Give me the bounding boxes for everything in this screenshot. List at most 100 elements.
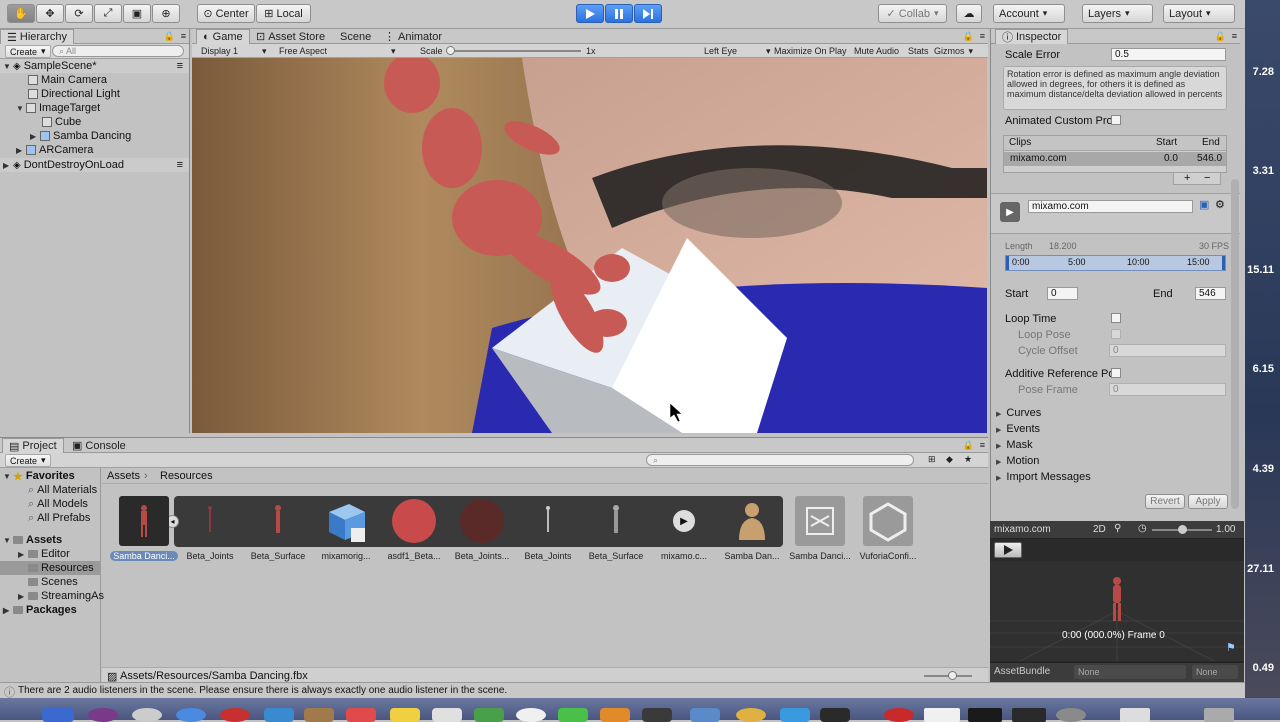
- expand-arrow-icon[interactable]: ▼: [3, 472, 13, 481]
- asset-item[interactable]: asdf1_Beta...: [380, 496, 448, 566]
- hierarchy-create-dropdown[interactable]: Create: [5, 45, 51, 58]
- account-dropdown[interactable]: Account: [993, 4, 1065, 23]
- assetbundle-variant-dropdown[interactable]: None: [1192, 665, 1238, 679]
- project-search-input[interactable]: ⌕: [646, 454, 914, 466]
- breadcrumb-assets[interactable]: Assets: [107, 470, 140, 482]
- tree-folder-resources[interactable]: Resources: [0, 561, 100, 575]
- thumbnail-size-thumb[interactable]: [948, 671, 957, 680]
- hierarchy-item-arcamera[interactable]: ▶ ARCamera: [0, 143, 189, 157]
- thumbnail-size-slider[interactable]: [924, 671, 972, 680]
- pivot-local-button[interactable]: ⊞ Local: [256, 4, 311, 23]
- eye-dropdown[interactable]: Left Eye: [704, 46, 771, 57]
- tab-scene[interactable]: Scene: [334, 29, 377, 44]
- inspector-scrollbar[interactable]: [1231, 179, 1239, 509]
- tab-asset-store[interactable]: ⊡ Asset Store: [250, 29, 331, 44]
- collapse-arrow-icon[interactable]: ▶: [3, 606, 13, 615]
- timeline-start-handle[interactable]: [1006, 256, 1009, 270]
- timeline-end-handle[interactable]: [1222, 256, 1225, 270]
- tab-inspector[interactable]: ⓘ Inspector: [995, 29, 1069, 44]
- scene-menu-icon[interactable]: ≡: [177, 159, 183, 171]
- layout-dropdown[interactable]: Layout: [1163, 4, 1235, 23]
- tab-hierarchy[interactable]: ☰ Hierarchy: [0, 29, 74, 44]
- motion-foldout[interactable]: Motion: [996, 455, 1039, 467]
- move-tool-icon[interactable]: ✥: [36, 4, 64, 23]
- asset-item[interactable]: Beta_Surface: [244, 496, 312, 566]
- hierarchy-item-dontdestroyonload[interactable]: ▶ ◈ DontDestroyOnLoad ≡: [0, 158, 189, 172]
- tab-game[interactable]: ◐ Game: [196, 29, 250, 44]
- collapse-arrow-icon[interactable]: ▶: [30, 132, 40, 141]
- events-foldout[interactable]: Events: [996, 423, 1040, 435]
- layers-dropdown[interactable]: Layers: [1082, 4, 1153, 23]
- collapse-arrow-icon[interactable]: ▶: [18, 550, 28, 559]
- asset-item[interactable]: Samba Danci...: [786, 496, 854, 566]
- asset-item[interactable]: Beta_Joints...: [448, 496, 516, 566]
- tree-fav-all-models[interactable]: ⌕ All Models: [28, 497, 88, 511]
- tree-fav-all-prefabs[interactable]: ⌕ All Prefabs: [28, 511, 90, 525]
- animated-custom-checkbox[interactable]: [1111, 115, 1121, 125]
- play-button[interactable]: [576, 4, 604, 23]
- add-clip-button[interactable]: +: [1184, 172, 1190, 184]
- expand-arrow-icon[interactable]: ▼: [3, 62, 13, 71]
- hierarchy-item-imagetarget[interactable]: ▼ ImageTarget: [0, 101, 189, 115]
- cloud-button[interactable]: ☁: [956, 4, 982, 23]
- rotate-tool-icon[interactable]: ⟳: [65, 4, 93, 23]
- favorite-star-icon[interactable]: ★: [964, 454, 972, 465]
- remove-clip-button[interactable]: −: [1204, 172, 1210, 184]
- clip-timeline[interactable]: 0:00 5:00 10:00 15:00: [1005, 255, 1226, 271]
- asset-item[interactable]: VuforiaConfi...: [854, 496, 922, 566]
- pivot-toggle-icon[interactable]: ⚲: [1114, 523, 1121, 534]
- cycle-offset-field[interactable]: 0: [1109, 344, 1226, 357]
- pose-frame-field[interactable]: 0: [1109, 383, 1226, 396]
- mask-foldout[interactable]: Mask: [996, 439, 1032, 451]
- asset-item[interactable]: Samba Dan...: [718, 496, 786, 566]
- preview-2d-toggle[interactable]: 2D: [1093, 524, 1106, 535]
- import-messages-foldout[interactable]: Import Messages: [996, 471, 1090, 483]
- scene-menu-icon[interactable]: ≡: [177, 60, 183, 72]
- project-create-dropdown[interactable]: Create: [5, 454, 51, 467]
- tree-packages[interactable]: ▶ Packages: [3, 603, 77, 617]
- maximize-on-play-toggle[interactable]: Maximize On Play: [774, 46, 847, 56]
- lock-icon[interactable]: 🔒: [963, 440, 974, 451]
- lock-icon[interactable]: 🔒: [1215, 31, 1226, 42]
- tab-console[interactable]: ▣ Console: [66, 438, 132, 453]
- menu-icon[interactable]: ≡: [181, 31, 186, 41]
- speed-slider[interactable]: [1152, 525, 1212, 534]
- scale-tool-icon[interactable]: ⤢: [94, 4, 122, 23]
- game-viewport[interactable]: [192, 58, 987, 433]
- tree-favorites[interactable]: ▼ ★ Favorites: [3, 469, 75, 483]
- collapse-arrow-icon[interactable]: ▶: [18, 592, 28, 601]
- expand-arrow-icon[interactable]: ▼: [3, 536, 13, 545]
- collapse-arrow-icon[interactable]: ▶: [3, 161, 13, 170]
- tree-assets[interactable]: ▼ Assets: [3, 533, 62, 547]
- start-field[interactable]: 0: [1047, 287, 1078, 300]
- pivot-center-button[interactable]: ⊙ Center: [197, 4, 255, 23]
- gear-icon[interactable]: ⚙: [1215, 198, 1225, 211]
- loop-pose-checkbox[interactable]: [1111, 329, 1121, 339]
- filter-label-icon[interactable]: ◆: [946, 454, 953, 465]
- hierarchy-item-samba-dancing[interactable]: ▶ Samba Dancing: [0, 129, 189, 143]
- collab-button[interactable]: ✓ Collab: [878, 4, 947, 23]
- loop-time-checkbox[interactable]: [1111, 313, 1121, 323]
- clip-name-field[interactable]: mixamo.com: [1028, 200, 1193, 213]
- clip-row[interactable]: mixamo.com 0.0 546.0: [1004, 152, 1226, 166]
- asset-item[interactable]: Beta_Joints: [514, 496, 582, 566]
- menu-icon[interactable]: ≡: [980, 31, 985, 41]
- step-button[interactable]: [634, 4, 662, 23]
- scale-error-field[interactable]: 0.5: [1111, 48, 1226, 61]
- transform-tool-icon[interactable]: ⊕: [152, 4, 180, 23]
- tree-fav-all-materials[interactable]: ⌕ All Materials: [28, 483, 97, 497]
- menu-icon[interactable]: ≡: [980, 440, 985, 450]
- scale-slider[interactable]: [446, 46, 581, 55]
- mute-audio-toggle[interactable]: Mute Audio: [854, 46, 899, 56]
- scale-slider-thumb[interactable]: [446, 46, 455, 55]
- collapse-arrow-icon[interactable]: ▶: [16, 146, 26, 155]
- tab-animator[interactable]: ⋮ Animator: [378, 29, 448, 44]
- asset-item[interactable]: Beta_Surface: [582, 496, 650, 566]
- curves-foldout[interactable]: Curves: [996, 407, 1041, 419]
- lock-icon[interactable]: 🔒: [164, 31, 175, 42]
- hierarchy-item-scene[interactable]: ▼ ◈ SampleScene* ≡: [0, 59, 189, 73]
- breadcrumb-resources[interactable]: Resources: [160, 470, 213, 482]
- assetbundle-dropdown[interactable]: None: [1074, 665, 1186, 679]
- tree-folder-scenes[interactable]: Scenes: [28, 575, 78, 589]
- menu-icon[interactable]: ≡: [1232, 31, 1237, 41]
